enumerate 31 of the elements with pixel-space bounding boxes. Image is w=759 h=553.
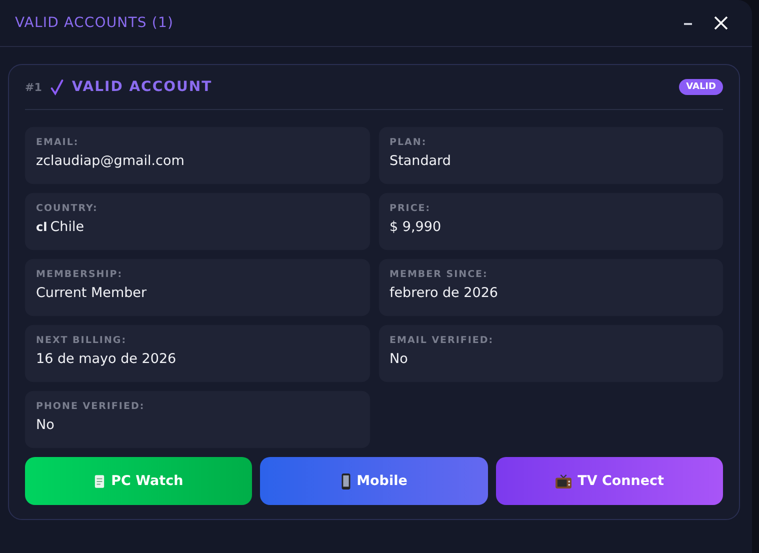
field-label: EMAIL:: [36, 137, 80, 148]
checkmark-icon: [50, 78, 64, 96]
field-value: febrero de 2026: [390, 285, 498, 301]
status-badge: VALID: [679, 79, 723, 95]
document-icon: [94, 474, 106, 488]
field-label: MEMBER SINCE:: [390, 269, 489, 280]
field-label: MEMBERSHIP:: [36, 269, 124, 280]
field-value: zclaudiap@gmail.com: [36, 153, 184, 169]
field-value: Current Member: [36, 285, 147, 301]
field-value: Standard: [390, 153, 451, 169]
phone-icon: [340, 472, 351, 490]
television-icon: [554, 474, 572, 488]
field-label: PLAN:: [390, 137, 428, 148]
field-value: $ 9,990: [390, 219, 442, 235]
field-value: No: [390, 351, 408, 367]
field-label: NEXT BILLING:: [36, 335, 128, 346]
field-label: EMAIL VERIFIED:: [390, 335, 495, 346]
field-value: 16 de mayo de 2026: [36, 351, 176, 367]
window-title: VALID ACCOUNTS (1): [15, 15, 174, 31]
account-number: #1: [25, 80, 42, 94]
mobile-button[interactable]: Mobile: [260, 457, 488, 505]
field-value: Chile: [50, 219, 84, 235]
close-icon[interactable]: [714, 16, 728, 30]
country-code: cl: [36, 220, 48, 234]
field-label: PRICE:: [390, 203, 432, 214]
pc-watch-button[interactable]: PC Watch: [25, 457, 252, 505]
field-label: PHONE VERIFIED:: [36, 401, 146, 412]
field-label: COUNTRY:: [36, 203, 99, 214]
tv-connect-button[interactable]: TV Connect: [496, 457, 723, 505]
field-value: No: [36, 417, 54, 433]
card-title: VALID ACCOUNT: [72, 79, 214, 95]
